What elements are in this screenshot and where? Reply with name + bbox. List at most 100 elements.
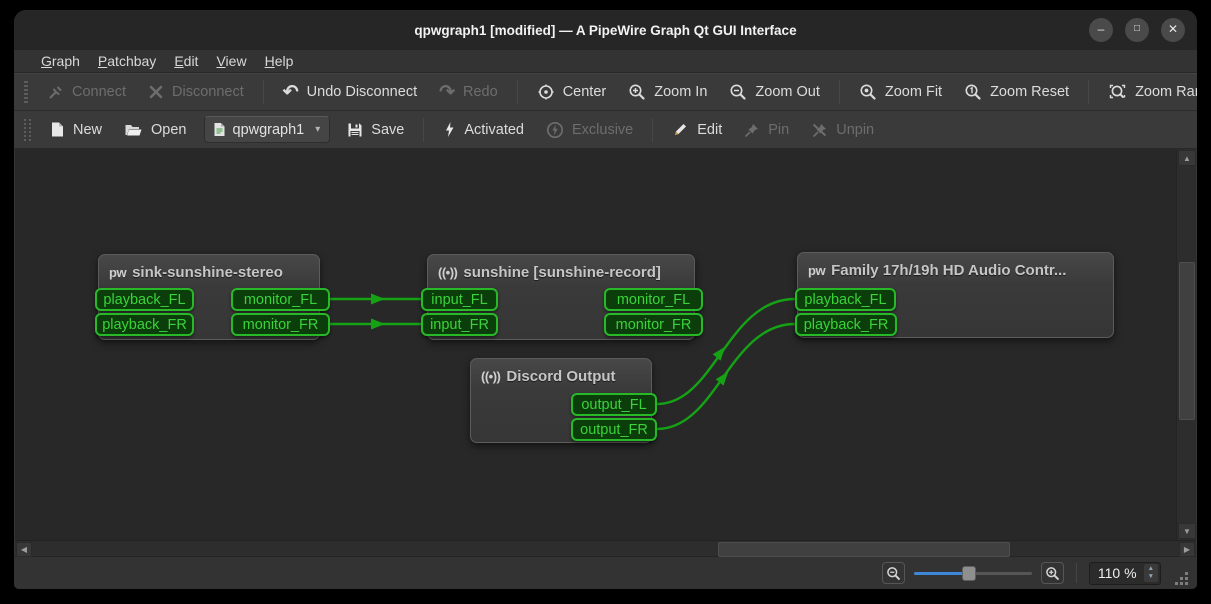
unpin-label: Unpin bbox=[836, 121, 875, 138]
horizontal-scrollbar[interactable]: ◀ ▶ bbox=[15, 540, 1196, 557]
new-label: New bbox=[73, 121, 103, 138]
broadcast-icon: ((•)) bbox=[438, 265, 458, 280]
statusbar-zoom-in-button[interactable] bbox=[1040, 562, 1064, 584]
zoom-slider[interactable] bbox=[913, 565, 1032, 581]
toolbar-drag-handle[interactable] bbox=[24, 81, 28, 103]
zoom-slider-fill bbox=[913, 572, 966, 575]
disconnect-button[interactable]: Disconnect bbox=[137, 77, 255, 107]
port-monitor-fr[interactable]: monitor_FR bbox=[231, 313, 330, 336]
save-label: Save bbox=[371, 121, 405, 138]
scroll-left-arrow-icon[interactable]: ◀ bbox=[16, 542, 32, 557]
zoom-fit-button[interactable]: Zoom Fit bbox=[848, 77, 953, 107]
port-playback-fr[interactable]: playback_FR bbox=[95, 313, 194, 336]
redo-icon: ↷ bbox=[439, 81, 456, 103]
patchbay-combobox-value: qpwgraph1 bbox=[232, 121, 305, 138]
port-playback-fr[interactable]: playback_FR bbox=[795, 313, 897, 336]
scroll-down-arrow-icon[interactable]: ▼ bbox=[1178, 523, 1196, 539]
zoom-range-button[interactable]: Zoom Range bbox=[1097, 77, 1197, 107]
port-output-fr[interactable]: output_FR bbox=[571, 418, 657, 441]
toolbar-drag-handle[interactable] bbox=[24, 118, 31, 141]
zoom-range-label: Zoom Range bbox=[1135, 84, 1197, 100]
undo-icon: ↶ bbox=[282, 81, 299, 103]
node-title: sunshine [sunshine-record] bbox=[463, 264, 661, 281]
new-button[interactable]: New bbox=[39, 115, 113, 145]
pipewire-icon: pw bbox=[808, 263, 826, 278]
connect-button[interactable]: Connect bbox=[36, 77, 137, 107]
port-monitor-fr[interactable]: monitor_FR bbox=[604, 313, 703, 336]
close-button[interactable]: ✕ bbox=[1161, 18, 1185, 42]
zoom-percent-spinbox[interactable]: 110 % ▲ ▼ bbox=[1088, 561, 1161, 585]
redo-label: Redo bbox=[463, 84, 498, 100]
node-title: Discord Output bbox=[506, 368, 616, 385]
port-output-fl[interactable]: output_FL bbox=[571, 393, 657, 416]
minimize-icon: – bbox=[1097, 22, 1105, 36]
port-monitor-fl[interactable]: monitor_FL bbox=[604, 288, 703, 311]
save-icon bbox=[348, 123, 362, 136]
spin-up-icon[interactable]: ▲ bbox=[1148, 565, 1154, 573]
zoom-fit-icon bbox=[860, 84, 876, 100]
activated-icon bbox=[446, 122, 454, 137]
toolbar-patchbay: New Open qpwgraph1 ▾ Save Activated Excl… bbox=[14, 111, 1197, 149]
patchbay-combobox[interactable]: qpwgraph1 ▾ bbox=[203, 116, 331, 143]
activated-button[interactable]: Activated bbox=[432, 115, 535, 145]
node-header: ((•)) sunshine [sunshine-record] bbox=[428, 255, 694, 281]
zoom-out-label: Zoom Out bbox=[755, 84, 820, 100]
chevron-down-icon: ▾ bbox=[315, 124, 321, 135]
port-input-fr[interactable]: input_FR bbox=[421, 313, 498, 336]
graph-area[interactable]: pw sink-sunshine-stereo playback_FL play… bbox=[15, 149, 1176, 540]
toolbar-separator bbox=[423, 117, 425, 142]
menu-help[interactable]: Help bbox=[256, 51, 303, 71]
vertical-scrollbar[interactable]: ▲ ▼ bbox=[1176, 149, 1196, 540]
unpin-button[interactable]: Unpin bbox=[800, 115, 885, 145]
port-monitor-fl[interactable]: monitor_FL bbox=[231, 288, 330, 311]
menu-edit[interactable]: Edit bbox=[165, 51, 207, 71]
zoom-in-icon bbox=[629, 84, 645, 100]
spin-down-icon[interactable]: ▼ bbox=[1148, 573, 1154, 581]
spinbox-arrows[interactable]: ▲ ▼ bbox=[1143, 564, 1158, 582]
menu-view[interactable]: View bbox=[207, 51, 255, 71]
edit-icon bbox=[675, 124, 687, 135]
toolbar-separator bbox=[262, 80, 264, 104]
activated-label: Activated bbox=[464, 121, 524, 138]
edit-button[interactable]: Edit bbox=[661, 115, 733, 145]
zoom-out-icon bbox=[887, 566, 900, 580]
center-button[interactable]: Center bbox=[526, 77, 618, 107]
horizontal-scrollbar-thumb[interactable] bbox=[718, 542, 1010, 557]
zoom-reset-button[interactable]: Zoom Reset bbox=[953, 77, 1080, 107]
zoom-out-button[interactable]: Zoom Out bbox=[718, 77, 830, 107]
zoom-reset-icon bbox=[965, 84, 981, 100]
menu-patchbay[interactable]: Patchbay bbox=[89, 51, 165, 71]
resize-grip[interactable] bbox=[1174, 571, 1189, 586]
redo-button[interactable]: ↷ Redo bbox=[428, 77, 509, 107]
menu-graph[interactable]: Graph bbox=[32, 51, 89, 71]
connection-arrow-icon bbox=[371, 293, 385, 305]
scroll-right-arrow-icon[interactable]: ▶ bbox=[1179, 542, 1195, 557]
zoom-slider-handle[interactable] bbox=[961, 566, 976, 581]
scroll-up-arrow-icon[interactable]: ▲ bbox=[1178, 150, 1196, 166]
undo-disconnect-button[interactable]: ↶ Undo Disconnect bbox=[272, 77, 428, 107]
port-input-fl[interactable]: input_FL bbox=[421, 288, 498, 311]
zoom-fit-label: Zoom Fit bbox=[884, 84, 943, 100]
exclusive-button[interactable]: Exclusive bbox=[535, 115, 644, 145]
minimize-button[interactable]: – bbox=[1089, 18, 1113, 42]
statusbar-separator bbox=[1075, 563, 1077, 583]
title-bar[interactable]: qpwgraph1 [modified] — A PipeWire Graph … bbox=[14, 10, 1197, 50]
statusbar-zoom-out-button[interactable] bbox=[881, 562, 905, 584]
port-playback-fl[interactable]: playback_FL bbox=[795, 288, 896, 311]
connect-icon bbox=[49, 86, 62, 98]
maximize-button[interactable]: □ bbox=[1125, 18, 1149, 42]
patchbay-canvas[interactable]: pw sink-sunshine-stereo playback_FL play… bbox=[15, 149, 1196, 540]
edit-label: Edit bbox=[697, 121, 723, 138]
port-playback-fl[interactable]: playback_FL bbox=[95, 288, 194, 311]
open-button[interactable]: Open bbox=[113, 115, 197, 145]
toolbar-separator bbox=[652, 117, 654, 142]
zoom-in-icon bbox=[1046, 566, 1059, 580]
connect-label: Connect bbox=[72, 84, 127, 100]
toolbar-separator bbox=[838, 80, 840, 104]
zoom-in-button[interactable]: Zoom In bbox=[617, 77, 718, 107]
vertical-scrollbar-thumb[interactable] bbox=[1179, 262, 1195, 420]
pipewire-icon: pw bbox=[109, 265, 127, 280]
pin-button[interactable]: Pin bbox=[733, 115, 800, 145]
center-icon bbox=[538, 84, 554, 100]
save-button[interactable]: Save bbox=[336, 115, 415, 145]
